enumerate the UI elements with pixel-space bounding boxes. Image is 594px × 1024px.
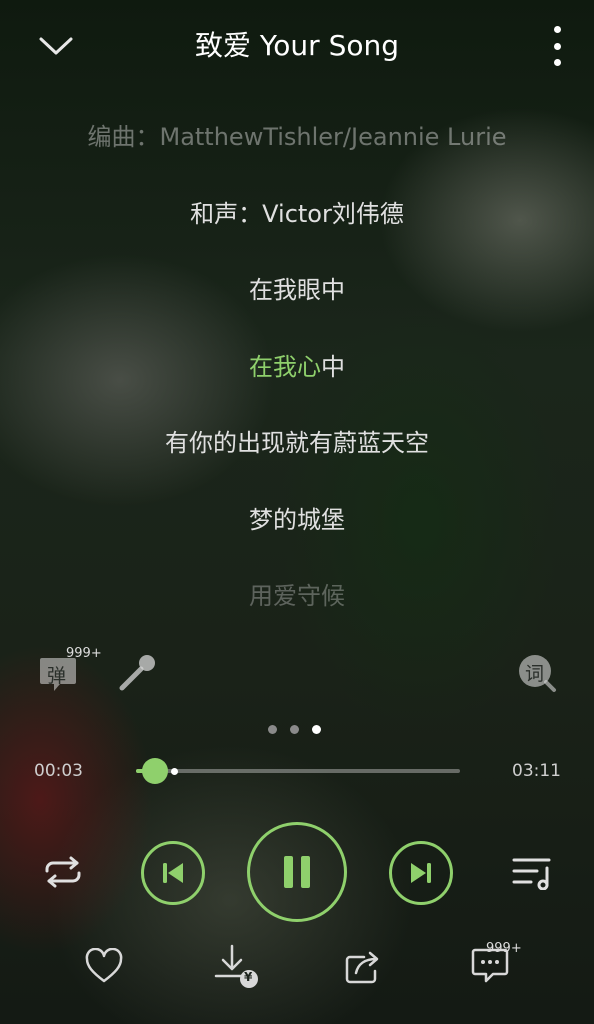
heart-icon: [85, 948, 123, 983]
skip-next-icon: [411, 863, 431, 883]
lyric-sung-part: 在我心: [249, 352, 321, 381]
playlist-icon: [512, 858, 551, 890]
more-vertical-icon: [553, 26, 561, 33]
favorite-button[interactable]: [80, 942, 128, 990]
page-dot[interactable]: [268, 725, 277, 734]
lyric-line-current: 在我心中: [0, 342, 594, 419]
lyric-line: 编曲：MatthewTishler/Jeannie Lurie: [87, 123, 507, 151]
collapse-button[interactable]: [36, 28, 76, 64]
lyric-line: 用爱守候: [249, 582, 345, 610]
playlist-button[interactable]: [510, 852, 556, 892]
lyric-line: 和声：Victor刘伟德: [190, 199, 404, 228]
microphone-icon: [119, 655, 155, 691]
current-time: 00:03: [34, 761, 83, 781]
download-button[interactable]: ¥: [212, 942, 260, 990]
previous-button[interactable]: [141, 841, 205, 905]
lyric-line: 梦的城堡: [249, 505, 345, 534]
comment-count-badge: 999+: [486, 941, 522, 956]
repeat-mode-button[interactable]: [40, 852, 86, 892]
danmu-button[interactable]: 弹 999+: [38, 646, 102, 692]
seek-bar[interactable]: [136, 758, 460, 784]
next-button[interactable]: [389, 841, 453, 905]
lyric-line: 有你的出现就有蔚蓝天空: [165, 429, 429, 457]
page-dot-active[interactable]: [312, 725, 321, 734]
karaoke-mic-button[interactable]: [116, 652, 158, 694]
share-button[interactable]: [338, 942, 386, 990]
total-time: 03:11: [512, 761, 561, 781]
seek-thumb[interactable]: [142, 758, 169, 784]
lyrics-panel[interactable]: 编曲：MatthewTishler/Jeannie Lurie 和声：Victo…: [0, 112, 594, 648]
more-options-button[interactable]: [540, 26, 574, 66]
danmu-label: 弹: [47, 665, 67, 687]
comments-button[interactable]: 999+: [468, 941, 522, 990]
seek-bar-buffered-marker: [171, 767, 179, 775]
download-icon: [214, 944, 258, 988]
pause-icon: [284, 856, 310, 888]
paid-download-badge: ¥: [244, 970, 253, 984]
chevron-down-icon: [39, 37, 73, 55]
lyric-line: 在我眼中: [249, 276, 345, 304]
lyric-unsung-part: 中: [321, 352, 345, 381]
skip-previous-icon: [163, 863, 183, 883]
pause-button[interactable]: [247, 822, 347, 922]
repeat-icon: [45, 856, 81, 888]
share-icon: [345, 951, 379, 984]
danmu-count-badge: 999+: [66, 646, 102, 661]
lyrics-settings-button[interactable]: 词: [516, 652, 558, 694]
lyrics-settings-label: 词: [525, 663, 545, 685]
song-title: 致爱 Your Song: [195, 29, 399, 62]
page-dot[interactable]: [290, 725, 299, 734]
page-indicator: [268, 725, 321, 734]
player-header: 致爱 Your Song: [0, 0, 594, 92]
